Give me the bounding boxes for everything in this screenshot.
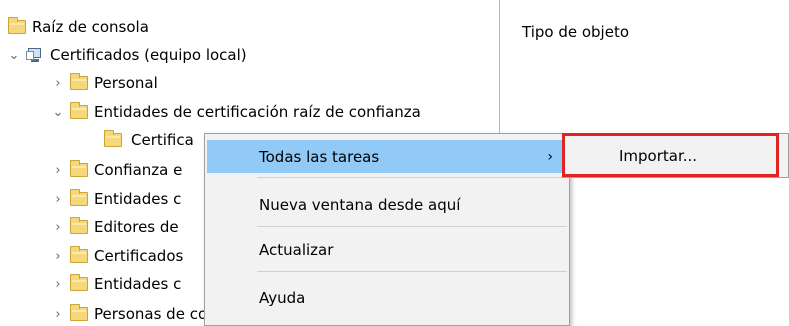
tree-item-intermediate[interactable]: › Entidades c — [52, 188, 181, 210]
tree-item-third-party[interactable]: › Entidades c — [52, 273, 181, 295]
folder-icon — [70, 73, 88, 90]
chevron-down-icon[interactable]: ⌄ — [52, 105, 64, 120]
tree-item-certificates-local[interactable]: ⌄ Certificados (equipo local) — [8, 44, 247, 66]
tree-item-label: Certifica — [131, 131, 194, 149]
folder-icon — [104, 130, 122, 147]
folder-icon — [70, 274, 88, 291]
tree-item-label: Certificados — [94, 247, 184, 265]
folder-icon — [70, 160, 88, 177]
tree-item-label: Personal — [94, 74, 158, 92]
menu-item-help[interactable]: Ayuda — [207, 281, 567, 314]
folder-icon — [70, 217, 88, 234]
menu-item-refresh[interactable]: Actualizar — [207, 233, 567, 266]
menu-item-label: Actualizar — [259, 240, 334, 259]
menu-separator — [257, 271, 567, 272]
chevron-down-icon[interactable]: ⌄ — [8, 48, 20, 63]
tree-item-console-root[interactable]: Raíz de consola — [8, 16, 149, 38]
tree-item-label: Entidades de certificación raíz de confi… — [94, 103, 421, 121]
tree-item-personal[interactable]: › Personal — [52, 72, 158, 94]
column-header-object-type[interactable]: Tipo de objeto — [522, 23, 629, 41]
tree-item-label: Entidades c — [94, 275, 182, 293]
folder-icon — [70, 246, 88, 263]
menu-item-all-tasks[interactable]: Todas las tareas › — [207, 140, 567, 173]
tree-item-untrusted[interactable]: › Certificados — [52, 245, 183, 267]
chevron-right-icon[interactable]: › — [52, 277, 64, 292]
context-menu: Todas las tareas › Nueva ventana desde a… — [204, 133, 570, 326]
tree-item-enterprise-trust[interactable]: › Confianza e — [52, 159, 182, 181]
menu-separator — [257, 177, 567, 178]
folder-icon — [70, 189, 88, 206]
chevron-right-icon: › — [547, 148, 553, 165]
certificates-snapin-icon — [26, 47, 44, 63]
tree-item-trusted-root[interactable]: ⌄ Entidades de certificación raíz de con… — [52, 101, 421, 123]
menu-item-label: Todas las tareas — [259, 147, 380, 166]
chevron-right-icon[interactable]: › — [52, 192, 64, 207]
tree-item-label: Certificados (equipo local) — [50, 46, 247, 64]
chevron-right-icon[interactable]: › — [52, 249, 64, 264]
chevron-right-icon[interactable]: › — [52, 163, 64, 178]
chevron-right-icon[interactable]: › — [52, 307, 64, 322]
tree-item-label: Editores de — [94, 218, 179, 236]
chevron-right-icon[interactable]: › — [52, 76, 64, 91]
folder-icon — [70, 304, 88, 321]
folder-icon — [70, 102, 88, 119]
tree-item-publishers[interactable]: › Editores de — [52, 216, 179, 238]
tree-item-label: Confianza e — [94, 161, 183, 179]
tree-item-label: Raíz de consola — [32, 18, 149, 36]
menu-item-label: Ayuda — [259, 288, 306, 307]
tree-item-label: Entidades c — [94, 190, 182, 208]
annotation-highlight-box — [562, 133, 779, 177]
tree-item-certificates-child[interactable]: Certifica — [104, 129, 197, 151]
menu-item-label: Nueva ventana desde aquí — [259, 195, 461, 214]
folder-icon — [8, 17, 26, 34]
chevron-right-icon[interactable]: › — [52, 220, 64, 235]
menu-item-new-window[interactable]: Nueva ventana desde aquí — [207, 188, 567, 221]
menu-separator — [257, 226, 567, 227]
